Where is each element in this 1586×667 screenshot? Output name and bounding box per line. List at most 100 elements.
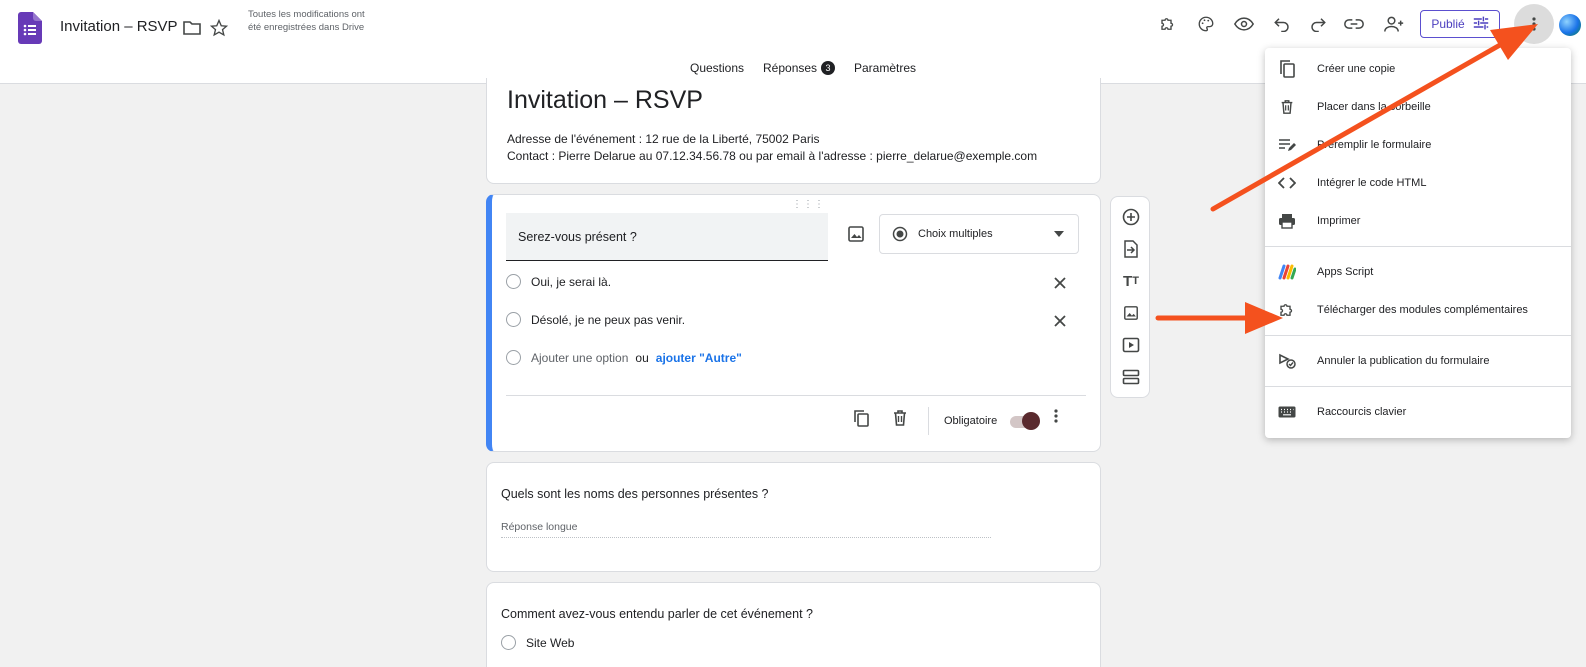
form-description[interactable]: Adresse de l'événement : 12 rue de la Li… (507, 131, 1037, 164)
redo-icon[interactable] (1306, 12, 1330, 36)
apps-script-icon (1277, 262, 1297, 282)
question-title[interactable]: Quels sont les noms des personnes présen… (501, 487, 769, 501)
form-description-line: Adresse de l'événement : 12 rue de la Li… (507, 132, 820, 146)
add-video-icon[interactable] (1121, 335, 1141, 355)
delete-icon[interactable] (891, 409, 909, 427)
unpublish-icon (1277, 351, 1297, 371)
add-title-icon[interactable]: TT (1121, 271, 1141, 291)
publish-button[interactable]: Publié (1420, 10, 1500, 38)
drag-handle-icon[interactable]: ⋮⋮⋮ (792, 199, 825, 210)
add-image-icon[interactable] (847, 225, 865, 243)
preview-eye-icon[interactable] (1232, 12, 1256, 36)
google-forms-logo-icon[interactable] (18, 12, 42, 44)
menu-item-print[interactable]: Imprimer (1265, 202, 1571, 240)
menu-item-label: Apps Script (1317, 266, 1374, 278)
option-label: Site Web (526, 635, 575, 650)
add-option-row[interactable]: Ajouter une option ou ajouter "Autre" (506, 350, 742, 365)
addons-puzzle-icon[interactable] (1156, 12, 1180, 36)
tab-responses[interactable]: Réponses 3 (763, 61, 836, 75)
menu-item-unpublish[interactable]: Annuler la publication du formulaire (1265, 342, 1571, 380)
duplicate-icon[interactable] (852, 409, 870, 427)
question-type-dropdown[interactable]: Choix multiples (879, 214, 1079, 254)
required-toggle-knob[interactable] (1022, 412, 1040, 430)
more-options-button[interactable] (1514, 4, 1554, 44)
menu-item-label: Annuler la publication du formulaire (1317, 355, 1490, 367)
save-status: Toutes les modifications ont été enregis… (248, 9, 365, 33)
add-image-icon[interactable] (1121, 303, 1141, 323)
question-card[interactable]: Quels sont les noms des personnes présen… (486, 462, 1101, 572)
question-type-label: Choix multiples (918, 228, 993, 240)
radio-button-icon (892, 226, 908, 242)
menu-item-prefill[interactable]: Préremplir le formulaire (1265, 126, 1571, 164)
menu-item-label: Télécharger des modules complémentaires (1317, 304, 1528, 316)
menu-item-label: Imprimer (1317, 215, 1361, 227)
copy-icon (1277, 59, 1297, 79)
form-header-card[interactable]: Invitation – RSVP Adresse de l'événement… (486, 78, 1101, 184)
dropdown-arrow-icon (1054, 231, 1064, 237)
menu-separator (1265, 246, 1571, 247)
tune-icon (1473, 16, 1489, 33)
responses-count-badge: 3 (821, 61, 836, 75)
question-title[interactable]: Comment avez-vous entendu parler de cet … (501, 607, 813, 621)
menu-item-label: Raccourcis clavier (1317, 406, 1407, 418)
tab-settings[interactable]: Paramètres (854, 61, 916, 75)
menu-separator (1265, 386, 1571, 387)
long-answer-placeholder: Réponse longue (501, 521, 991, 538)
puzzle-icon (1277, 300, 1297, 320)
question-more-vert-icon[interactable] (1054, 409, 1072, 427)
option-row[interactable]: Désolé, je ne peux pas venir. (506, 312, 685, 327)
publish-label: Publié (1431, 17, 1465, 31)
menu-separator (1265, 335, 1571, 336)
keyboard-icon (1277, 402, 1297, 422)
floating-toolbar: TT (1110, 196, 1150, 398)
question-title-input[interactable]: Serez-vous présent ? (506, 213, 828, 261)
add-question-icon[interactable] (1121, 207, 1141, 227)
undo-icon[interactable] (1270, 12, 1294, 36)
menu-item-label: Préremplir le formulaire (1317, 139, 1432, 151)
menu-item-trash[interactable]: Placer dans la corbeille (1265, 88, 1571, 126)
option-radio-icon (501, 635, 516, 650)
required-label: Obligatoire (944, 415, 998, 427)
user-avatar[interactable] (1559, 14, 1581, 36)
option-radio-icon (506, 350, 521, 365)
folder-icon[interactable] (180, 16, 204, 40)
star-icon[interactable] (207, 16, 231, 40)
add-option-link[interactable]: Ajouter une option (531, 351, 628, 365)
option-radio-icon (506, 312, 521, 327)
divider (506, 395, 1086, 396)
or-text: ou (635, 350, 649, 365)
remove-option-icon[interactable] (1053, 314, 1067, 328)
link-icon[interactable] (1342, 12, 1366, 36)
more-options-menu: Créer une copie Placer dans la corbeille… (1265, 48, 1571, 438)
option-radio-icon (506, 274, 521, 289)
trash-icon (1277, 97, 1297, 117)
printer-icon (1277, 211, 1297, 231)
menu-item-label: Intégrer le code HTML (1317, 177, 1427, 189)
remove-option-icon[interactable] (1053, 276, 1067, 290)
menu-item-keyboard-shortcuts[interactable]: Raccourcis clavier (1265, 393, 1571, 431)
option-label[interactable]: Désolé, je ne peux pas venir. (531, 313, 685, 327)
menu-item-apps-script[interactable]: Apps Script (1265, 253, 1571, 291)
option-label[interactable]: Oui, je serai là. (531, 275, 611, 289)
menu-item-make-copy[interactable]: Créer une copie (1265, 50, 1571, 88)
question-card[interactable]: Comment avez-vous entendu parler de cet … (486, 582, 1101, 667)
palette-icon[interactable] (1194, 12, 1218, 36)
option-row[interactable]: Oui, je serai là. (506, 274, 611, 289)
menu-item-get-addons[interactable]: Télécharger des modules complémentaires (1265, 291, 1571, 329)
divider (928, 407, 929, 435)
more-vert-icon (1532, 17, 1536, 31)
menu-item-embed-html[interactable]: Intégrer le code HTML (1265, 164, 1571, 202)
add-other-link[interactable]: ajouter "Autre" (656, 351, 742, 365)
option-row[interactable]: Site Web (501, 635, 574, 650)
form-description-line: Contact : Pierre Delarue au 07.12.34.56.… (507, 148, 1038, 163)
code-icon (1277, 173, 1297, 193)
document-title[interactable]: Invitation – RSVP (60, 18, 178, 35)
add-section-icon[interactable] (1121, 367, 1141, 387)
question-card-active[interactable]: ⋮⋮⋮ Serez-vous présent ? Choix multiples… (486, 194, 1101, 452)
form-title[interactable]: Invitation – RSVP (507, 86, 703, 115)
add-collaborator-icon[interactable] (1382, 12, 1406, 36)
import-questions-icon[interactable] (1121, 239, 1141, 259)
menu-item-label: Créer une copie (1317, 63, 1396, 75)
prefill-icon (1277, 135, 1297, 155)
menu-item-label: Placer dans la corbeille (1317, 101, 1431, 113)
